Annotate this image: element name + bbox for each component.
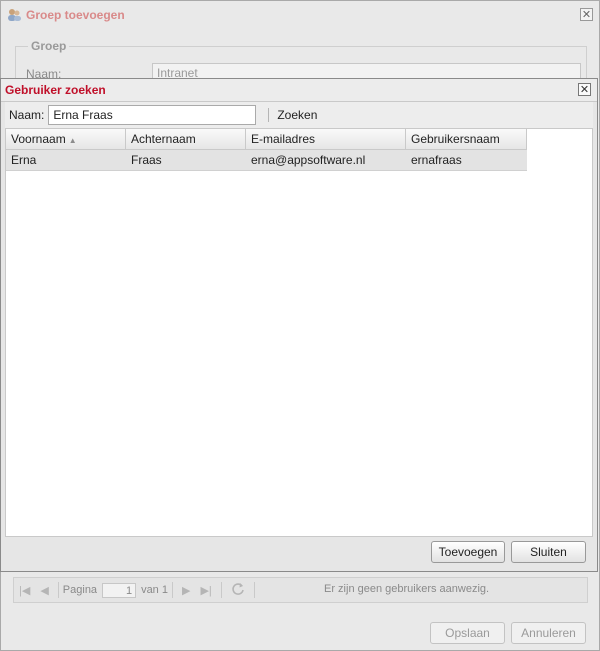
search-name-input[interactable]: Erna Fraas — [48, 105, 257, 125]
pager-separator — [171, 582, 173, 598]
close-button[interactable]: Sluiten — [511, 541, 586, 563]
column-header-email[interactable]: E-mailadres — [246, 129, 406, 149]
pager-toolbar: |◀ ◀ Pagina 1 van 1 ▶ ▶| Er zijn geen ge… — [13, 577, 588, 603]
add-button[interactable]: Toevoegen — [431, 541, 505, 563]
last-page-icon[interactable]: ▶| — [200, 584, 211, 597]
dialog-close-icon[interactable]: ✕ — [578, 83, 591, 96]
cell-email: erna@appsoftware.nl — [251, 153, 366, 167]
fieldset-legend: Groep — [28, 39, 70, 53]
page-number-input[interactable]: 1 — [102, 582, 137, 598]
cell-username: ernafraas — [411, 153, 462, 167]
search-name-label: Naam: — [9, 108, 45, 122]
cell-last-name: Fraas — [131, 153, 162, 167]
cell-first-name: Erna — [11, 153, 37, 167]
search-user-dialog: Gebruiker zoeken ✕ Naam: Erna Fraas Zoek… — [0, 78, 598, 572]
dialog-footer: Toevoegen Sluiten — [1, 537, 597, 571]
first-page-icon[interactable]: |◀ — [19, 584, 30, 597]
cancel-button[interactable]: Annuleren — [511, 622, 586, 644]
search-button[interactable]: Zoeken — [277, 108, 317, 122]
users-icon — [6, 7, 22, 23]
search-toolbar: Naam: Erna Fraas Zoeken — [5, 102, 593, 128]
column-header-label: Voornaam — [11, 132, 66, 146]
refresh-icon[interactable] — [231, 582, 245, 599]
column-header-first-name[interactable]: Voornaam ▲ — [6, 129, 126, 149]
save-button[interactable]: Opslaan — [430, 622, 505, 644]
results-grid: Voornaam ▲ Achternaam E-mailadres Gebruik… — [5, 128, 593, 537]
table-row[interactable]: Erna Fraas erna@appsoftware.nl ernafraas — [6, 150, 527, 171]
bg-titlebar: Groep toevoegen ✕ — [1, 1, 599, 29]
page-total-label: van 1 — [141, 584, 168, 596]
dialog-titlebar: Gebruiker zoeken ✕ — [1, 79, 597, 102]
pager-separator — [253, 582, 255, 598]
dialog-title: Gebruiker zoeken — [5, 83, 106, 97]
pager-separator — [220, 582, 222, 598]
sort-asc-icon: ▲ — [68, 136, 77, 145]
next-page-icon[interactable]: ▶ — [182, 584, 190, 597]
column-header-username[interactable]: Gebruikersnaam — [406, 129, 527, 149]
prev-page-icon[interactable]: ◀ — [40, 584, 48, 597]
column-header-last-name[interactable]: Achternaam — [126, 129, 246, 149]
grid-header: Voornaam ▲ Achternaam E-mailadres Gebruik… — [6, 129, 527, 150]
bg-close-icon[interactable]: ✕ — [580, 8, 593, 21]
page-label: Pagina — [62, 584, 98, 596]
pager-separator — [57, 582, 59, 598]
toolbar-separator — [268, 108, 270, 122]
bg-window-title: Groep toevoegen — [26, 8, 125, 22]
pager-status: Er zijn geen gebruikers aanwezig. — [324, 583, 490, 595]
